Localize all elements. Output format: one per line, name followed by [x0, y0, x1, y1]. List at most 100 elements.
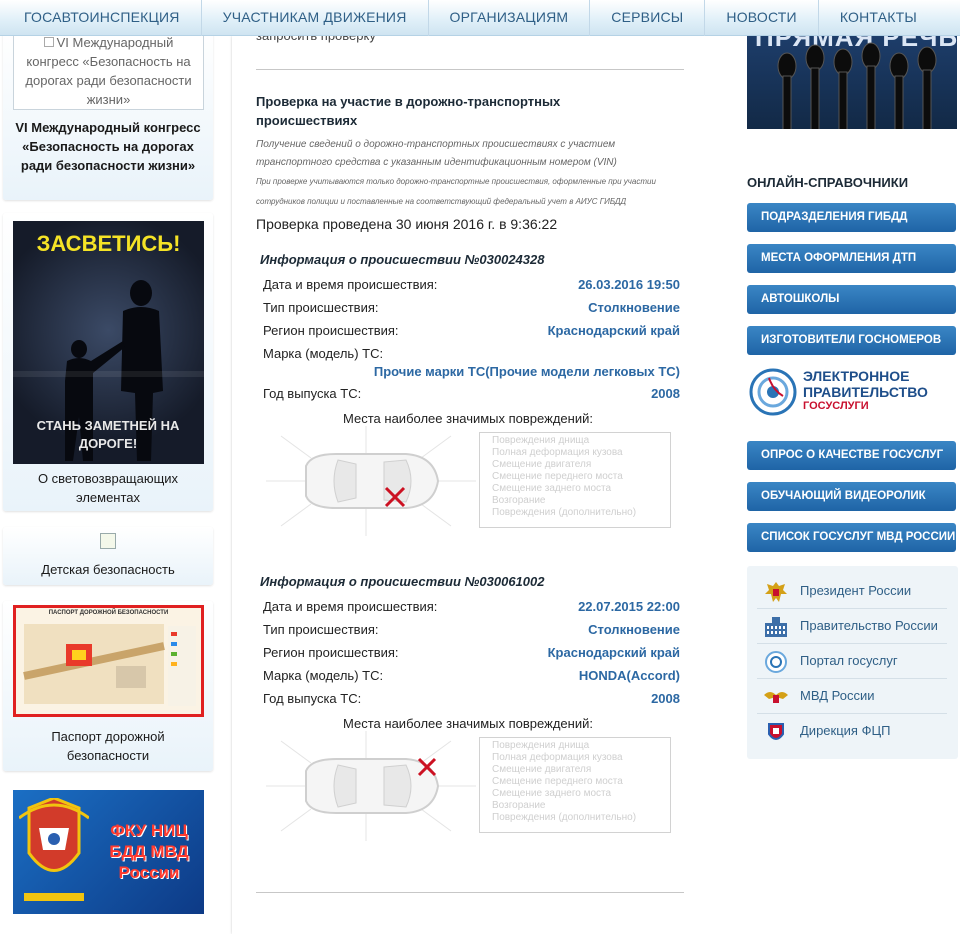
mvd-eagle-icon — [764, 692, 788, 703]
damage-item: Смещение переднего моста — [492, 471, 623, 482]
road-map-icon — [23, 624, 196, 706]
datetime-value: 26.03.2016 19:50 — [578, 277, 680, 292]
model-label: Марка (модель) ТС: — [263, 668, 384, 683]
link-government[interactable]: Правительство России — [757, 609, 947, 644]
fku-text: ФКУ НИЦ БДД МВД России — [109, 821, 189, 882]
passport-image[interactable]: ПАСПОРТ ДОРОЖНОЙ БЕЗОПАСНОСТИ — [13, 605, 204, 717]
damage-item: Смещение заднего моста — [492, 788, 612, 799]
poster-bottom-text: СТАНЬ ЗАМЕТНЕЙ НА ДОРОГЕ! — [36, 418, 180, 451]
gosuslugi-logo-icon — [765, 651, 787, 673]
damage-item: Полная деформация кузова — [492, 752, 623, 763]
datetime-label: Дата и время происшествия: — [263, 599, 438, 614]
egov-banner[interactable]: ЭЛЕКТРОННОЕ ПРАВИТЕЛЬСТВО ГОСУСЛУГИ — [747, 366, 956, 424]
link-gosuslugi-label: Портал госуслуг — [800, 653, 898, 668]
mvd-services-list-button[interactable]: СПИСОК ГОСУСЛУГ МВД РОССИИ — [747, 523, 956, 552]
egov-title: ЭЛЕКТРОННОЕ ПРАВИТЕЛЬСТВО — [803, 368, 928, 400]
driving-schools-button[interactable]: АВТОШКОЛЫ — [747, 285, 956, 314]
region-label: Регион происшествия: — [263, 645, 399, 660]
check-timestamp: Проверка проведена 30 июня 2016 г. в 9:3… — [256, 216, 558, 232]
fcp-emblem-icon — [768, 723, 784, 740]
damage-item: Смещение двигателя — [492, 459, 592, 470]
damage-title: Места наиболее значимых повреждений: — [343, 411, 593, 426]
passport-caption[interactable]: Паспорт дорожной безопасности — [11, 727, 205, 765]
datetime-value: 22.07.2015 22:00 — [578, 599, 680, 614]
note-vin: Получение сведений о дорожно-транспортны… — [256, 139, 617, 168]
damage-diagram: Повреждения днища Полная деформация кузо… — [256, 731, 680, 841]
damage-list: Повреждения днища Полная деформация кузо… — [479, 737, 671, 833]
type-value: Столкновение — [588, 300, 680, 315]
left-sidebar: VI Международный конгресс «Безопасность … — [0, 30, 220, 934]
eagle-emblem-icon — [765, 582, 787, 602]
damage-item: Смещение заднего моста — [492, 483, 612, 494]
incident-type-row: Тип происшествия: Столкновение — [256, 618, 680, 641]
section-title: Проверка на участие в дорожно-транспортн… — [256, 94, 561, 128]
gibdd-divisions-button[interactable]: ПОДРАЗДЕЛЕНИЯ ГИБДД — [747, 203, 956, 232]
note-aius: При проверке учитываются только дорожно-… — [256, 177, 656, 206]
link-mvd-label: МВД России — [800, 688, 875, 703]
type-label: Тип происшествия: — [263, 622, 379, 637]
microphones-icon — [777, 42, 937, 129]
incident-year-row: Год выпуска ТС: 2008 — [256, 382, 680, 405]
region-value: Краснодарский край — [547, 645, 680, 660]
plate-manufacturers-button[interactable]: ИЗГОТОВИТЕЛИ ГОСНОМЕРОВ — [747, 326, 956, 355]
region-label: Регион происшествия: — [263, 323, 399, 338]
link-gosuslugi[interactable]: Портал госуслуг — [757, 644, 947, 679]
egov-logo-icon — [749, 368, 797, 416]
model-value: Прочие марки ТС(Прочие модели легковых Т… — [373, 364, 680, 379]
damage-item: Смещение двигателя — [492, 764, 592, 775]
type-label: Тип происшествия: — [263, 300, 379, 315]
main-content: запросить проверку Проверка на участие в… — [232, 28, 709, 934]
child-safety-card[interactable]: Детская безопасность — [3, 527, 213, 585]
nav-item-gosavtoinspekciya[interactable]: ГОСАВТОИНСПЕКЦИЯ — [0, 0, 202, 36]
nav-item-contacts[interactable]: КОНТАКТЫ — [819, 0, 938, 36]
fku-banner[interactable]: ФКУ НИЦ БДД МВД России — [13, 790, 204, 914]
damage-title: Места наиболее значимых повреждений: — [343, 716, 593, 731]
divider-bottom — [256, 892, 684, 893]
reflective-poster[interactable]: ЗАСВЕТИСЬ! СТАНЬ ЗАМЕТНЕЙ НА ДОРОГЕ! — [13, 221, 204, 464]
link-fcp-directorate-label: Дирекция ФЦП — [800, 723, 891, 738]
damage-item: Смещение переднего моста — [492, 776, 623, 787]
incident-year-row: Год выпуска ТС: 2008 — [256, 687, 680, 710]
link-president[interactable]: Президент России — [757, 574, 947, 609]
reflective-card[interactable]: ЗАСВЕТИСЬ! СТАНЬ ЗАМЕТНЕЙ НА ДОРОГЕ! О с… — [3, 213, 213, 511]
incident-title: Информация о происшествии №030061002 — [260, 574, 545, 589]
child-safety-caption[interactable]: Детская безопасность — [11, 560, 205, 579]
year-label: Год выпуска ТС: — [263, 691, 362, 706]
damage-item: Повреждения днища — [492, 740, 590, 751]
official-links-panel: Президент России Правительство России По… — [747, 566, 958, 759]
reflective-caption[interactable]: О световозвращающих элементах — [11, 469, 205, 507]
service-quality-survey-button[interactable]: ОПРОС О КАЧЕСТВЕ ГОСУСЛУГ — [747, 441, 956, 470]
online-reference-heading: ОНЛАЙН-СПРАВОЧНИКИ — [747, 175, 909, 190]
year-label: Год выпуска ТС: — [263, 386, 362, 401]
incident-datetime-row: Дата и время происшествия: 26.03.2016 19… — [256, 273, 680, 296]
congress-image-placeholder[interactable]: VI Международный конгресс «Безопасность … — [13, 30, 204, 110]
type-value: Столкновение — [588, 622, 680, 637]
incident-model-value-row: Прочие марки ТС(Прочие модели легковых Т… — [256, 360, 680, 382]
egov-subtitle: ГОСУСЛУГИ — [803, 400, 869, 412]
link-mvd[interactable]: МВД России — [757, 679, 947, 714]
damage-list: Повреждения днища Полная деформация кузо… — [479, 432, 671, 528]
government-building-icon — [765, 617, 787, 637]
right-sidebar: ПРЯМАЯ РЕЧЬ ОНЛАЙН-СПРАВОЧНИКИ ПОДРАЗДЕЛ… — [709, 36, 960, 934]
police-emblem-icon — [19, 798, 89, 901]
nav-item-participants[interactable]: УЧАСТНИКАМ ДВИЖЕНИЯ — [202, 0, 429, 36]
year-value: 2008 — [651, 386, 680, 401]
congress-card[interactable]: VI Международный конгресс «Безопасность … — [3, 30, 213, 200]
training-video-button[interactable]: ОБУЧАЮЩИЙ ВИДЕОРОЛИК — [747, 482, 956, 511]
direct-speech-banner[interactable]: ПРЯМАЯ РЕЧЬ — [747, 36, 957, 129]
link-fcp-directorate[interactable]: Дирекция ФЦП — [757, 714, 947, 749]
broken-image-icon — [43, 37, 54, 47]
top-nav: ГОСАВТОИНСПЕКЦИЯ УЧАСТНИКАМ ДВИЖЕНИЯ ОРГ… — [0, 0, 960, 36]
damage-item: Возгорание — [492, 495, 546, 506]
congress-caption[interactable]: VI Международный конгресс «Безопасность … — [11, 118, 205, 175]
nav-item-news[interactable]: НОВОСТИ — [705, 0, 819, 36]
incident-datetime-row: Дата и время происшествия: 22.07.2015 22… — [256, 595, 680, 618]
nav-item-organizations[interactable]: ОРГАНИЗАЦИЯМ — [429, 0, 591, 36]
accident-registration-places-button[interactable]: МЕСТА ОФОРМЛЕНИЯ ДТП — [747, 244, 956, 273]
model-label: Марка (модель) ТС: — [263, 346, 384, 361]
passport-card[interactable]: ПАСПОРТ ДОРОЖНОЙ БЕЗОПАСНОСТИ Паспорт до… — [3, 601, 213, 771]
broken-image-icon — [100, 533, 116, 549]
nav-item-services[interactable]: СЕРВИСЫ — [590, 0, 706, 36]
damage-diagram: Повреждения днища Полная деформация кузо… — [256, 426, 680, 536]
damage-item: Повреждения днища — [492, 435, 590, 446]
